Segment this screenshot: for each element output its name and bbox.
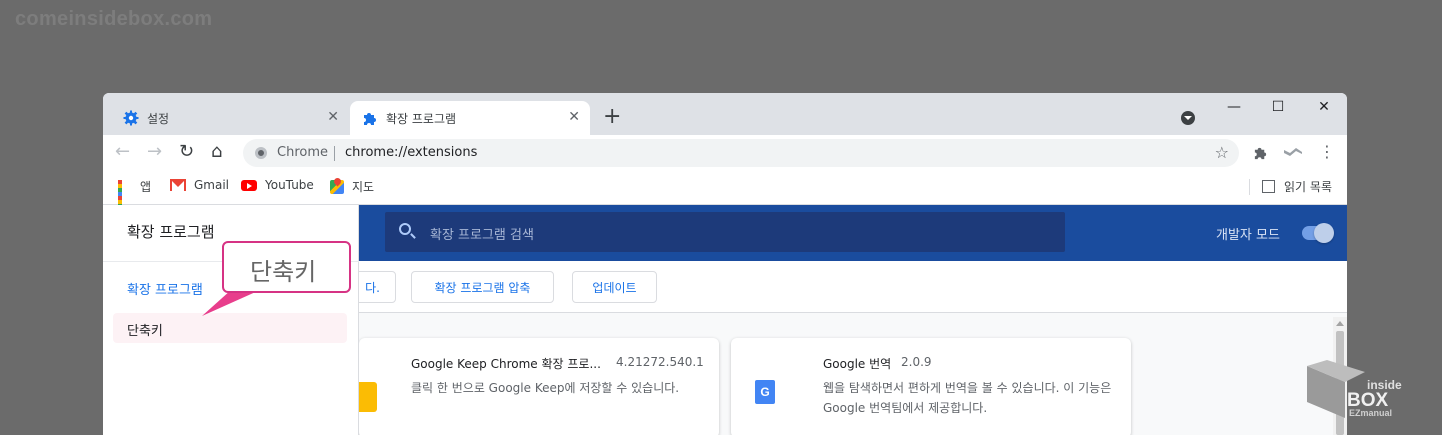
extensions-sidebar: 확장 프로그램 확장 프로그램 단축키 [103, 205, 359, 435]
maximize-button[interactable]: ☐ [1255, 97, 1301, 117]
close-icon[interactable]: ✕ [568, 109, 580, 125]
home-button[interactable]: ⌂ [211, 143, 222, 161]
insidebox-logo-icon: inside BOX EZmanual [1307, 360, 1402, 418]
google-translate-icon: G [755, 380, 785, 410]
sidebar-title: 확장 프로그램 [127, 223, 215, 241]
extensions-puzzle-icon[interactable] [1253, 145, 1268, 160]
youtube-icon [241, 179, 257, 191]
search-placeholder: 확장 프로그램 검색 [430, 228, 534, 243]
puzzle-icon [364, 113, 376, 125]
back-button[interactable]: ← [115, 143, 130, 161]
bookmark-maps[interactable]: 지도 [330, 178, 374, 195]
extension-card-translate: G Google 번역 2.0.9 웹을 탐색하면서 편하게 번역을 볼 수 있… [731, 338, 1131, 435]
extensions-page: 확장 프로그램 검색 개발자 모드 다. 확장 프로그램 압축 업데이트 Goo… [103, 205, 1347, 435]
translate-g-icon: G [755, 380, 775, 404]
tab-label: 설정 [147, 112, 170, 126]
bookmark-gmail[interactable]: Gmail [170, 178, 229, 192]
tab-settings[interactable]: 설정 ✕ [103, 101, 349, 135]
tab-extensions[interactable]: 확장 프로그램 ✕ [350, 101, 590, 135]
extension-version: 2.0.9 [901, 355, 932, 369]
bookmark-star-icon[interactable]: ☆ [1215, 143, 1229, 162]
logo-line3: EZmanual [1349, 408, 1392, 418]
reading-list-icon [1262, 180, 1276, 193]
gear-icon [123, 110, 139, 126]
bookmarks-divider [1249, 178, 1251, 195]
new-tab-button[interactable]: + [603, 106, 621, 128]
omnibox-divider [334, 146, 335, 161]
extensions-header: 확장 프로그램 검색 개발자 모드 [359, 205, 1347, 261]
forward-button[interactable]: → [147, 143, 162, 161]
bookmark-label: YouTube [265, 178, 314, 192]
update-button[interactable]: 업데이트 [572, 271, 657, 303]
bookmark-youtube[interactable]: YouTube [241, 178, 314, 192]
extension-search-box[interactable]: 확장 프로그램 검색 [385, 212, 1065, 252]
maps-icon [330, 179, 344, 194]
developer-mode-label: 개발자 모드 [1216, 228, 1280, 243]
callout-pointer [202, 290, 260, 316]
developer-action-bar: 다. 확장 프로그램 압축 업데이트 [349, 261, 1347, 313]
sidebar-item-extensions[interactable]: 확장 프로그램 [127, 279, 203, 298]
bookmark-label: 앱 [140, 180, 152, 194]
extension-description: 웹을 탐색하면서 편하게 번역을 볼 수 있습니다. 이 기능은 Google … [823, 381, 1112, 415]
bookmarks-bar: 앱 Gmail YouTube 지도 읽기 목록 [103, 171, 1347, 216]
extension-icon[interactable] [1283, 145, 1303, 159]
developer-mode-toggle[interactable] [1302, 223, 1334, 243]
extension-description: 클릭 한 번으로 Google Keep에 저장할 수 있습니다. [411, 381, 680, 395]
site-watermark: comeinsidebox.com [15, 8, 213, 30]
tab-search-icon[interactable] [1181, 111, 1195, 125]
extension-version: 4.21272.540.1 [616, 355, 704, 369]
apps-grid-icon [118, 179, 132, 216]
bookmark-label: Gmail [194, 178, 230, 192]
bookmark-apps[interactable]: 앱 [118, 178, 152, 216]
url-text[interactable]: chrome://extensions [345, 145, 477, 160]
omnibox-chrome-label: Chrome [277, 145, 328, 160]
tab-label: 확장 프로그램 [386, 112, 457, 126]
menu-icon[interactable]: ⋮ [1319, 144, 1335, 160]
minimize-button[interactable]: — [1211, 97, 1257, 117]
close-icon[interactable]: ✕ [327, 109, 339, 125]
bookmark-label: 지도 [352, 180, 375, 194]
address-bar[interactable]: Chrome chrome://extensions ☆ [243, 139, 1239, 167]
window-close-button[interactable]: ✕ [1301, 97, 1347, 117]
extension-name: Google Keep Chrome 확장 프로... [411, 357, 601, 371]
gmail-icon [170, 179, 186, 191]
extension-card-keep: Google Keep Chrome 확장 프로... 4.21272.540.… [359, 338, 719, 435]
reading-list-button[interactable]: 읽기 목록 [1249, 178, 1332, 195]
search-icon [399, 223, 411, 235]
google-keep-icon [359, 382, 377, 412]
chrome-icon [255, 147, 267, 159]
reading-list-label: 읽기 목록 [1284, 180, 1332, 194]
sidebar-item-label: 단축키 [127, 324, 163, 339]
extension-name: Google 번역 [823, 357, 892, 371]
pack-extension-button[interactable]: 확장 프로그램 압축 [411, 271, 554, 303]
callout-text: 단축키 [250, 258, 317, 286]
reload-button[interactable]: ↻ [179, 143, 194, 161]
tab-strip: 설정 ✕ 확장 프로그램 ✕ + — ☐ ✕ [103, 93, 1347, 135]
shortcut-callout: 단축키 [222, 241, 351, 293]
browser-toolbar: ← → ↻ ⌂ Chrome chrome://extensions ☆ ⋮ [103, 135, 1347, 171]
